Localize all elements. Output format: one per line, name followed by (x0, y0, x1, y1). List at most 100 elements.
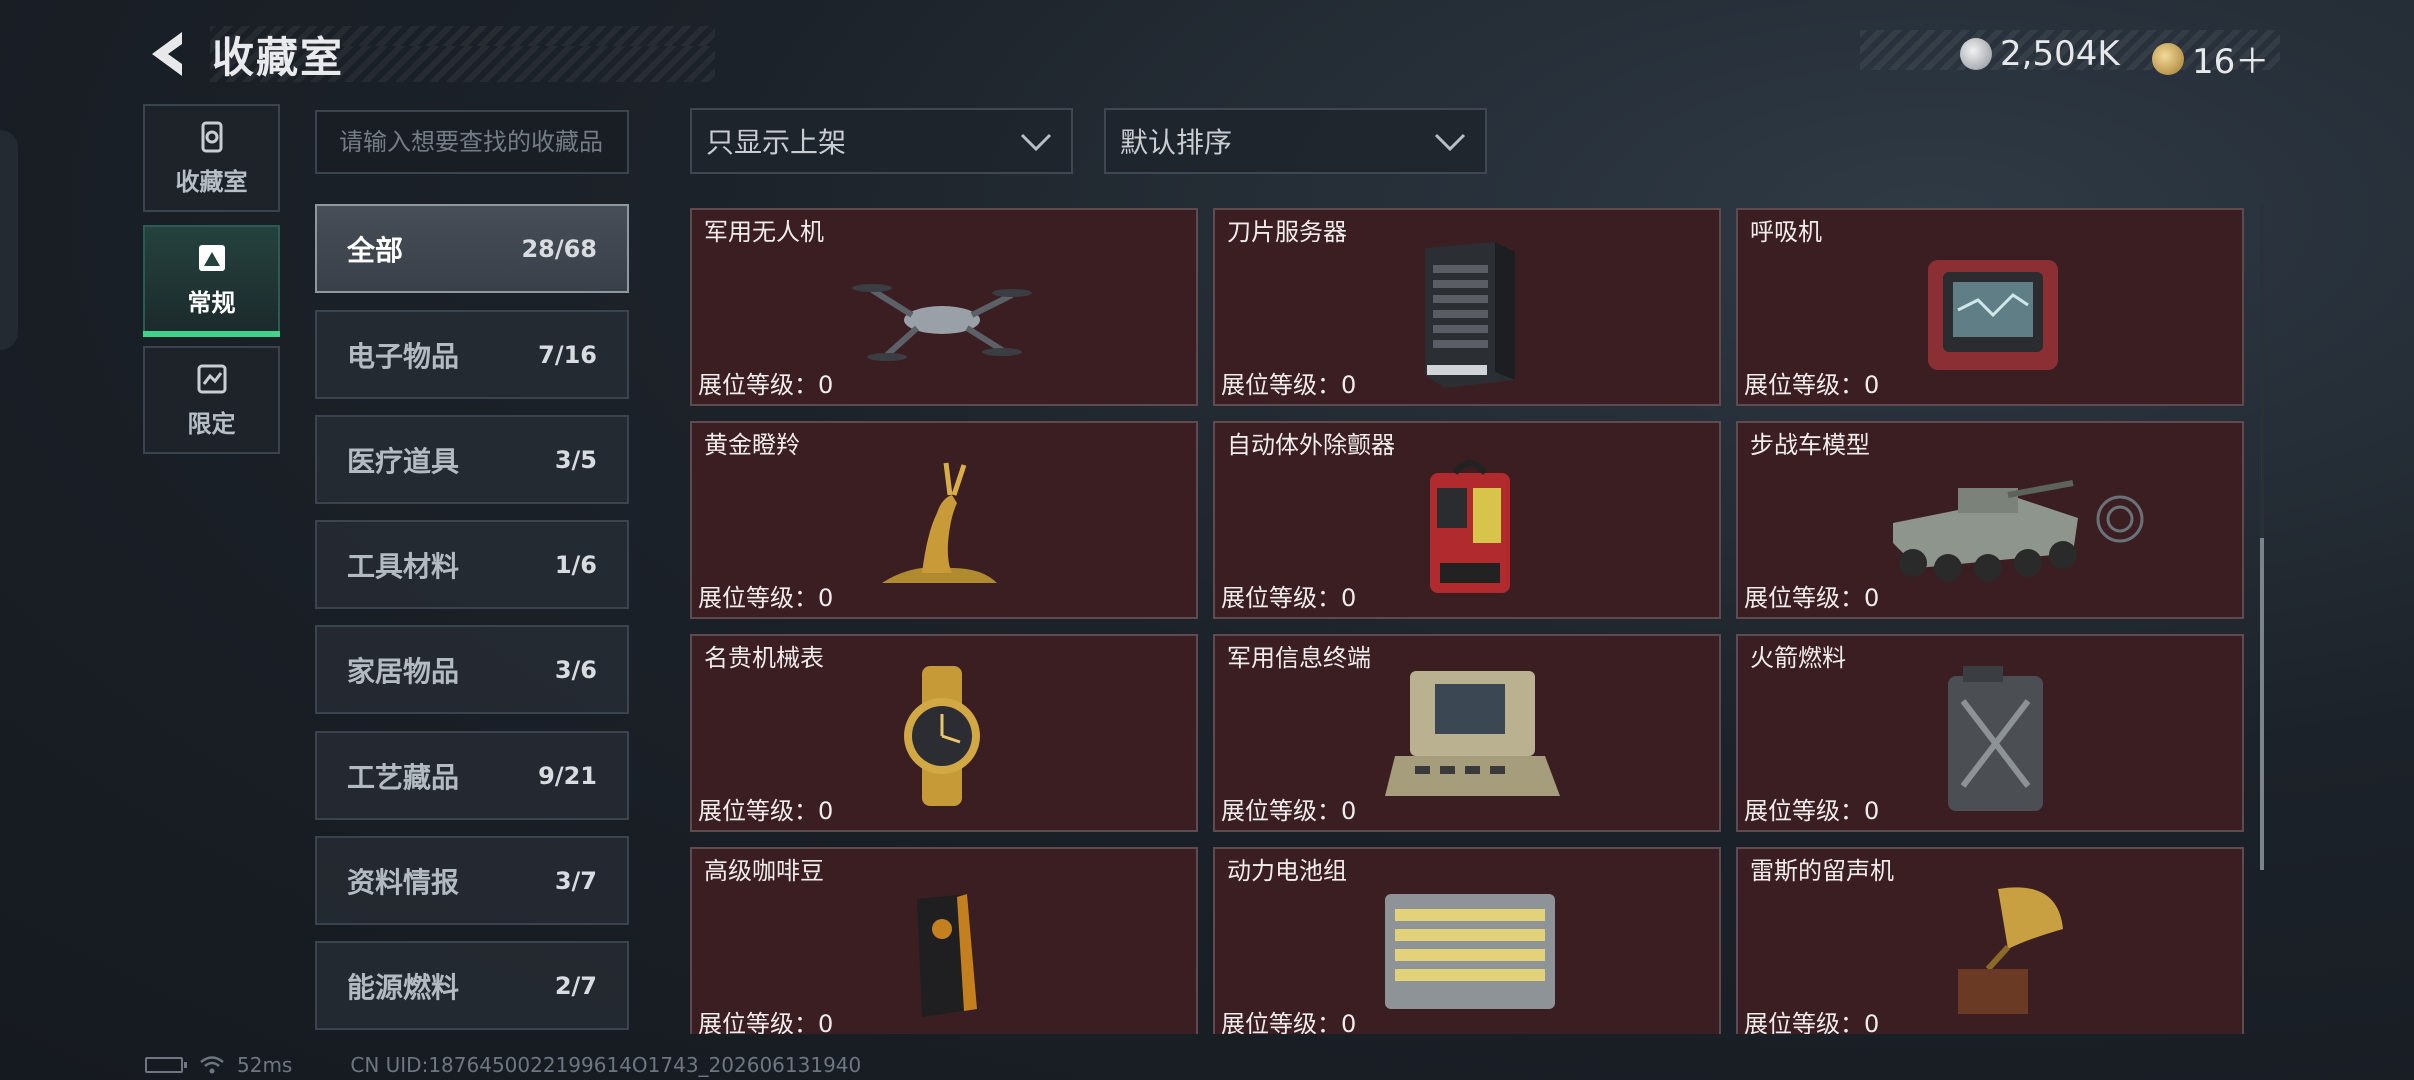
gramophone-icon (1958, 887, 2063, 1014)
category-tools[interactable]: 工具材料 1/6 (315, 520, 629, 609)
item-name: 黄金瞪羚 (704, 431, 800, 459)
display-filter-value: 只显示上架 (706, 126, 847, 159)
chevron-down-icon (1020, 133, 1052, 152)
category-label: 医疗道具 (347, 444, 460, 478)
currency-bar: 2,504K 16＋ (1860, 30, 2280, 82)
item-name: 雷斯的留声机 (1750, 857, 1894, 885)
category-count: 28/68 (521, 234, 597, 263)
item-card[interactable]: 呼吸机 展位等级：0 (1736, 208, 2244, 406)
booth-level: 展位等级：0 (1221, 584, 1357, 612)
category-label: 工具材料 (347, 549, 460, 583)
category-label: 全部 (347, 233, 404, 267)
ping-value: 52ms (237, 1053, 293, 1077)
item-card[interactable]: 刀片服务器 展位等级：0 (1213, 208, 1721, 406)
silver-coin-icon (1960, 38, 1992, 70)
item-card[interactable]: 步战车模型 展位等级：0 (1736, 421, 2244, 619)
defibrillator-icon (1430, 460, 1510, 593)
scrollbar-thumb[interactable] (2260, 538, 2264, 870)
category-household[interactable]: 家居物品 3/6 (315, 625, 629, 714)
booth-level: 展位等级：0 (698, 371, 834, 399)
item-name: 军用信息终端 (1227, 644, 1371, 672)
category-label: 资料情报 (347, 865, 460, 899)
item-name: 名贵机械表 (704, 644, 824, 672)
display-filter-dropdown[interactable]: 只显示上架 (690, 108, 1073, 174)
item-name: 火箭燃料 (1750, 644, 1846, 672)
gold-currency[interactable]: 16＋ (2152, 34, 2269, 83)
wifi-icon (200, 1056, 224, 1074)
nav-tab-regular[interactable]: 常规 (143, 225, 280, 337)
nav-tab-collection-room[interactable]: 收藏室 (143, 104, 280, 212)
rocket-fuel-icon (1948, 666, 2043, 811)
item-card[interactable]: 军用无人机 展位等级：0 (690, 208, 1198, 406)
battery-pack-icon (1385, 894, 1555, 1009)
back-arrow-icon (152, 32, 182, 76)
booth-level: 展位等级：0 (1221, 371, 1357, 399)
military-terminal-icon (1385, 671, 1560, 796)
item-card[interactable]: 动力电池组 展位等级：0 (1213, 847, 1721, 1034)
item-name: 军用无人机 (704, 218, 824, 246)
category-count: 3/6 (554, 655, 597, 684)
item-card[interactable]: 黄金瞪羚 展位等级：0 (690, 421, 1198, 619)
nav-label: 收藏室 (175, 167, 248, 196)
sort-dropdown[interactable]: 默认排序 (1104, 108, 1487, 174)
search-input[interactable] (315, 110, 629, 174)
item-card[interactable]: 雷斯的留声机 展位等级：0 (1736, 847, 2244, 1034)
limited-icon (197, 364, 226, 393)
item-name: 步战车模型 (1750, 431, 1870, 459)
nav-label: 常规 (187, 288, 236, 317)
category-label: 工艺藏品 (347, 760, 460, 794)
gold-coin-icon (2152, 42, 2184, 75)
back-button[interactable] (144, 26, 194, 82)
category-intel[interactable]: 资料情报 3/7 (315, 836, 629, 925)
battery-icon (145, 1057, 187, 1073)
category-count: 9/21 (538, 761, 597, 790)
booth-level: 展位等级：0 (698, 797, 834, 825)
booth-level: 展位等级：0 (1744, 797, 1880, 825)
golden-gazelle-icon (882, 462, 997, 583)
silver-amount: 2,504K (2000, 34, 2120, 74)
category-count: 3/5 (554, 445, 597, 474)
booth-level: 展位等级：0 (698, 1010, 834, 1034)
category-label: 家居物品 (347, 654, 460, 688)
item-card[interactable]: 自动体外除颤器 展位等级：0 (1213, 421, 1721, 619)
regular-icon (198, 244, 225, 271)
category-energy[interactable]: 能源燃料 2/7 (315, 941, 629, 1030)
item-card[interactable]: 高级咖啡豆 展位等级：0 (690, 847, 1198, 1034)
category-count: 7/16 (538, 340, 597, 369)
booth-level: 展位等级：0 (1744, 1010, 1880, 1034)
collection-grid: 军用无人机 展位等级：0 刀片服务器 展位等级：0 呼吸机 展位等级：0 黄金瞪… (690, 208, 2245, 1034)
category-count: 1/6 (554, 550, 597, 579)
item-card[interactable]: 火箭燃料 展位等级：0 (1736, 634, 2244, 832)
nav-tab-limited[interactable]: 限定 (143, 346, 280, 454)
page-title: 收藏室 (212, 33, 345, 82)
item-name: 高级咖啡豆 (704, 857, 824, 885)
category-medical[interactable]: 医疗道具 3/5 (315, 415, 629, 504)
category-count: 2/7 (554, 971, 597, 1000)
edge-tab (0, 130, 18, 350)
collection-room-icon (201, 121, 222, 152)
item-card[interactable]: 军用信息终端 展位等级：0 (1213, 634, 1721, 832)
category-label: 能源燃料 (347, 970, 460, 1004)
ifv-model-icon (1893, 480, 2078, 582)
uid-text: CN UID:1876450022199614O1743_20260613194… (350, 1053, 862, 1077)
ventilator-icon (1928, 260, 2058, 370)
nav-label: 限定 (187, 409, 236, 438)
category-label: 电子物品 (347, 339, 460, 373)
category-all[interactable]: 全部 28/68 (315, 204, 629, 293)
category-count: 3/7 (554, 866, 597, 895)
booth-level: 展位等级：0 (1221, 1010, 1357, 1034)
booth-level: 展位等级：0 (1744, 371, 1880, 399)
luxury-watch-icon (904, 666, 980, 806)
target-icon[interactable] (2095, 494, 2145, 544)
category-crafts[interactable]: 工艺藏品 9/21 (315, 731, 629, 820)
coffee-beans-icon (917, 894, 977, 1017)
blade-server-icon (1425, 242, 1515, 388)
category-electronics[interactable]: 电子物品 7/16 (315, 310, 629, 399)
item-name: 呼吸机 (1750, 218, 1822, 246)
booth-level: 展位等级：0 (1221, 797, 1357, 825)
item-card[interactable]: 名贵机械表 展位等级：0 (690, 634, 1198, 832)
drone-icon (852, 284, 1032, 361)
silver-currency: 2,504K (1960, 34, 2120, 74)
booth-level: 展位等级：0 (1744, 584, 1880, 612)
sort-value: 默认排序 (1120, 126, 1233, 159)
